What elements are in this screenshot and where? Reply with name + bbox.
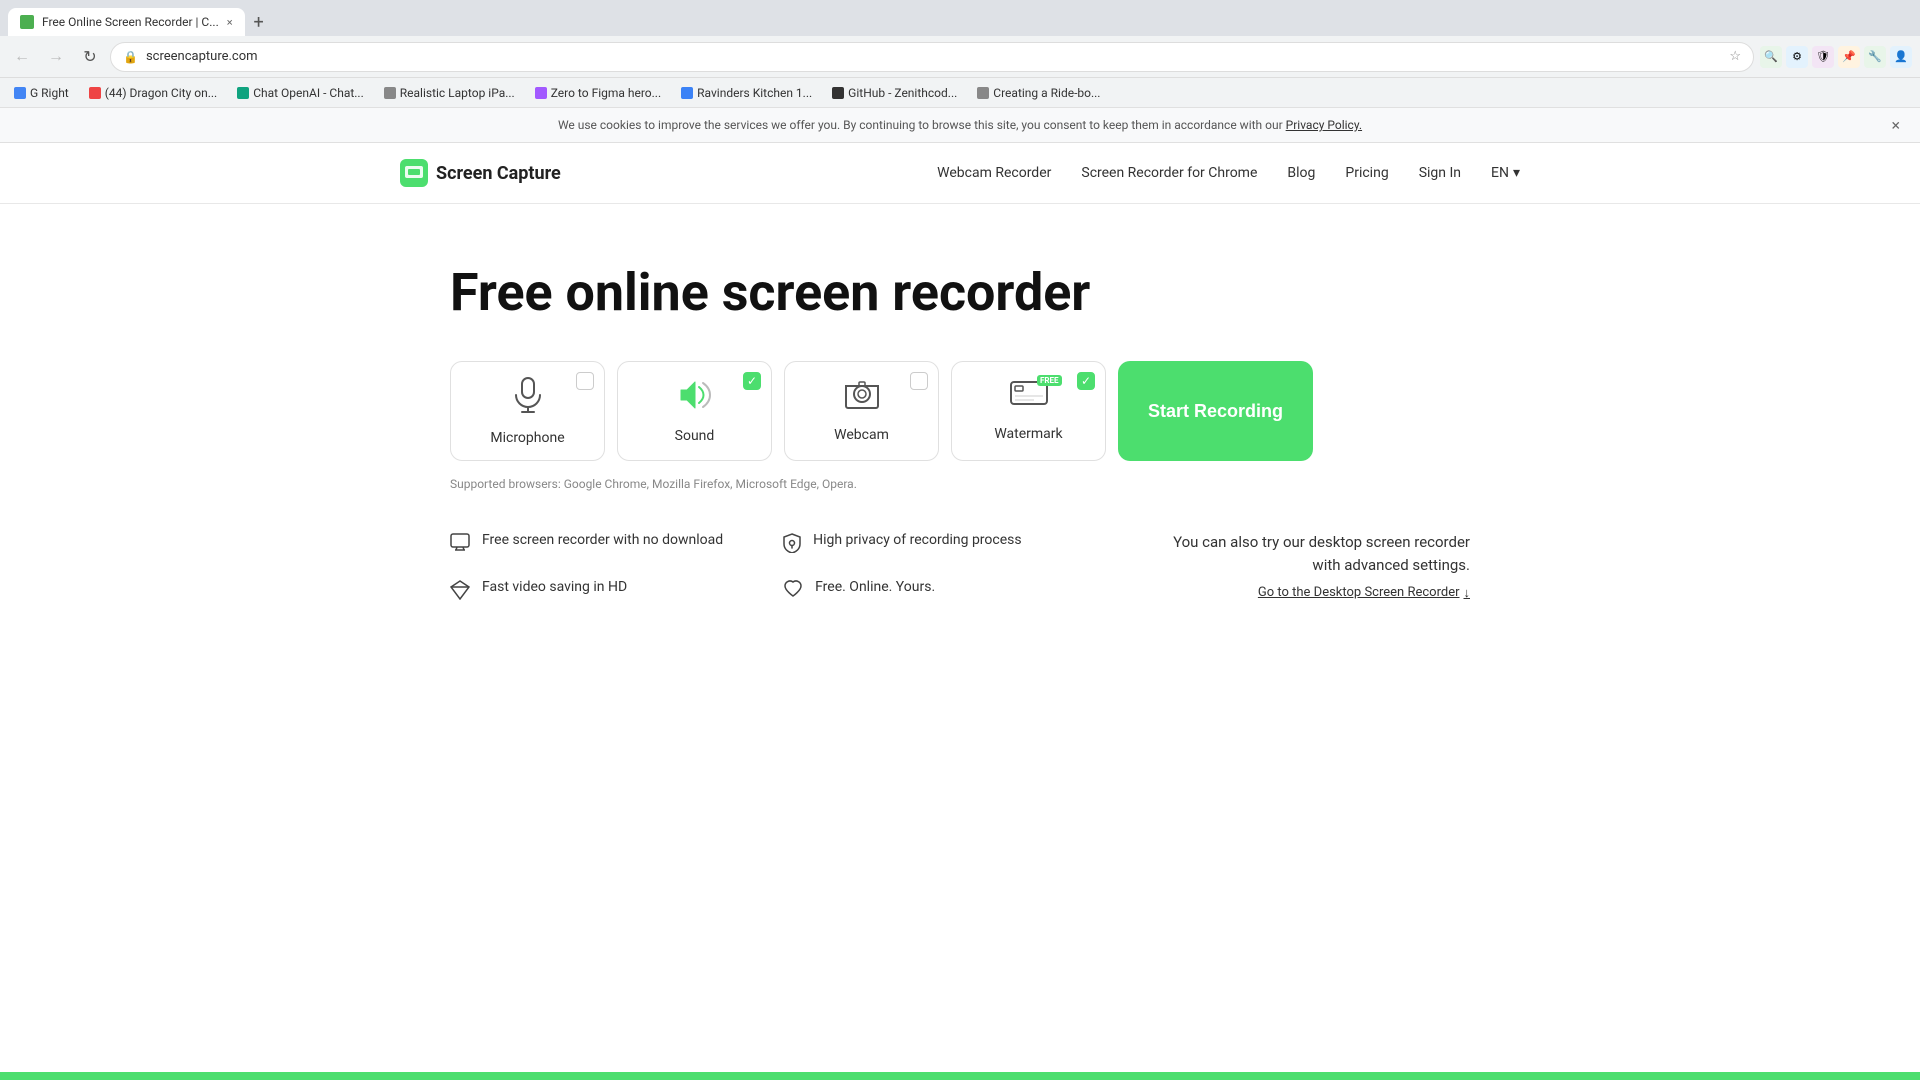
watermark-label: Watermark	[994, 426, 1062, 442]
cookie-close-button[interactable]: ×	[1891, 116, 1900, 135]
desktop-cta-text: You can also try our desktop screen reco…	[1150, 531, 1470, 576]
reload-button[interactable]: ↻	[76, 43, 104, 71]
nav-pricing[interactable]: Pricing	[1345, 165, 1388, 181]
address-bar[interactable]: 🔒 screencapture.com ☆	[110, 42, 1754, 72]
download-arrow-icon: ↓	[1464, 585, 1471, 601]
microphone-label: Microphone	[490, 430, 564, 446]
new-tab-button[interactable]: +	[245, 8, 273, 36]
logo-text: Screen Capture	[436, 163, 561, 184]
feature-privacy-text: High privacy of recording process	[813, 531, 1021, 551]
monitor-icon	[450, 533, 470, 556]
chevron-down-icon: ▾	[1513, 165, 1520, 181]
ext-1[interactable]: 🔍	[1760, 46, 1782, 68]
hero-title: Free online screen recorder	[450, 264, 1470, 321]
microphone-option[interactable]: Microphone	[450, 361, 605, 461]
nav-blog[interactable]: Blog	[1287, 165, 1315, 181]
microphone-checkbox[interactable]	[576, 372, 594, 390]
bookmark-5[interactable]: Zero to Figma hero...	[529, 84, 667, 102]
privacy-policy-link[interactable]: Privacy Policy.	[1286, 118, 1362, 132]
language-selector[interactable]: EN ▾	[1491, 165, 1520, 181]
bookmark-1[interactable]: G Right	[8, 84, 75, 102]
nav-links: Webcam Recorder Screen Recorder for Chro…	[937, 165, 1520, 181]
feature-free: Free. Online. Yours.	[783, 578, 1056, 605]
features-grid: Free screen recorder with no download Hi…	[450, 531, 1056, 605]
heart-icon	[783, 580, 803, 603]
ext-2[interactable]: ⚙	[1786, 46, 1808, 68]
back-button[interactable]: ←	[8, 43, 36, 71]
sound-option[interactable]: ✓ Sound	[617, 361, 772, 461]
lock-icon: 🔒	[123, 50, 138, 64]
feature-free-text: Free. Online. Yours.	[815, 578, 935, 598]
supported-browsers-text: Supported browsers: Google Chrome, Mozil…	[450, 477, 1470, 491]
watermark-icon: FREE	[1010, 381, 1048, 416]
bookmark-6[interactable]: Ravinders Kitchen 1...	[675, 84, 818, 102]
bookmark-3[interactable]: Chat OpenAI - Chat...	[231, 84, 370, 102]
cookie-banner: We use cookies to improve the services w…	[0, 108, 1920, 143]
forward-button[interactable]: →	[42, 43, 70, 71]
webcam-icon	[844, 380, 880, 417]
bottom-promo-bar	[0, 1072, 1920, 1080]
ext-3[interactable]: 🛡	[1812, 46, 1834, 68]
tab-favicon	[20, 15, 34, 29]
url-text: screencapture.com	[146, 49, 1721, 64]
bookmark-8[interactable]: Creating a Ride-bo...	[971, 84, 1106, 102]
diamond-icon	[450, 580, 470, 605]
navigation: Screen Capture Webcam Recorder Screen Re…	[0, 143, 1920, 204]
sound-checkbox[interactable]: ✓	[743, 372, 761, 390]
logo-icon	[400, 159, 428, 187]
active-tab[interactable]: Free Online Screen Recorder | C... ×	[8, 8, 245, 36]
privacy-icon	[783, 533, 801, 558]
ext-4[interactable]: 📌	[1838, 46, 1860, 68]
watermark-option[interactable]: ✓ FREE Watermark	[951, 361, 1106, 461]
tab-close-button[interactable]: ×	[227, 16, 233, 29]
feature-no-download-text: Free screen recorder with no download	[482, 531, 723, 551]
webcam-label: Webcam	[834, 427, 889, 443]
nav-screen-recorder-chrome[interactable]: Screen Recorder for Chrome	[1081, 165, 1257, 181]
bookmark-2[interactable]: (44) Dragon City on...	[83, 84, 223, 102]
ext-profile[interactable]: 👤	[1890, 46, 1912, 68]
bookmark-4[interactable]: Realistic Laptop iPa...	[378, 84, 521, 102]
watermark-badge: FREE	[1037, 375, 1062, 386]
nav-webcam-recorder[interactable]: Webcam Recorder	[937, 165, 1051, 181]
ext-5[interactable]: 🔧	[1864, 46, 1886, 68]
features-section: Free screen recorder with no download Hi…	[450, 531, 1470, 635]
desktop-cta: You can also try our desktop screen reco…	[1150, 531, 1470, 601]
extensions-area: 🔍 ⚙ 🛡 📌 🔧 👤	[1760, 46, 1912, 68]
star-icon: ☆	[1729, 49, 1741, 64]
tab-title: Free Online Screen Recorder | C...	[42, 15, 219, 29]
nav-sign-in[interactable]: Sign In	[1419, 165, 1461, 181]
cookie-text: We use cookies to improve the services w…	[558, 118, 1283, 132]
webcam-option[interactable]: Webcam	[784, 361, 939, 461]
sound-icon	[677, 379, 713, 418]
desktop-cta-link[interactable]: Go to the Desktop Screen Recorder ↓	[1258, 585, 1470, 601]
sound-label: Sound	[675, 428, 715, 444]
logo[interactable]: Screen Capture	[400, 159, 561, 187]
feature-hd-text: Fast video saving in HD	[482, 578, 627, 598]
feature-no-download: Free screen recorder with no download	[450, 531, 723, 558]
microphone-icon	[512, 377, 544, 420]
feature-privacy: High privacy of recording process	[783, 531, 1056, 558]
start-recording-button[interactable]: Start Recording	[1118, 361, 1313, 461]
bookmark-7[interactable]: GitHub - Zenithcod...	[826, 84, 963, 102]
recording-options: Microphone ✓ Sound	[450, 361, 1470, 461]
webcam-checkbox[interactable]	[910, 372, 928, 390]
bookmarks-bar: G Right (44) Dragon City on... Chat Open…	[0, 78, 1920, 108]
feature-hd: Fast video saving in HD	[450, 578, 723, 605]
watermark-checkbox[interactable]: ✓	[1077, 372, 1095, 390]
